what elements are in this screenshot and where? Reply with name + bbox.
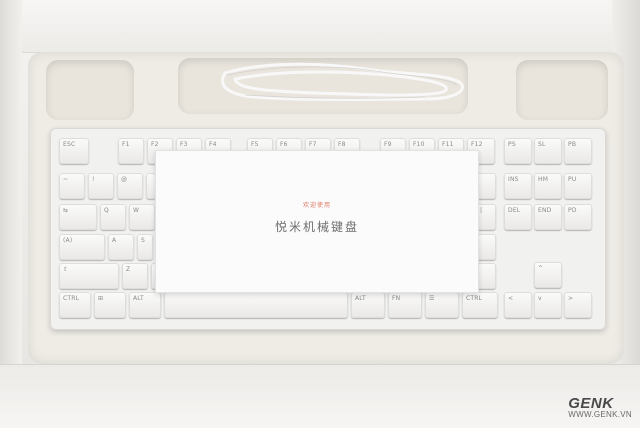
key-end: END [534,204,562,230]
key-ps: PS [504,138,532,164]
key-arrow-down: v [534,292,562,318]
box-left-wall [0,0,22,370]
tray-pocket-left [46,60,134,120]
box-front-flap [0,364,640,428]
box-lid [0,0,640,53]
key-backspace [476,173,496,199]
key-f1: F1 [118,138,144,164]
watermark-logo: GENK WWW.GENK.VN [568,395,632,419]
key-esc: ESC [59,138,89,164]
key-alt-left: ALT [129,292,161,318]
tray-pocket-right [516,60,608,120]
key-2: @ [117,173,143,199]
key-s: S [137,234,153,260]
key-arrow-up: ^ [534,262,562,288]
key-pb: PB [564,138,592,164]
key-space [164,292,348,318]
key-menu: ☰ [425,292,459,318]
key-tilde: ~ [59,173,85,199]
welcome-card: 欢迎使用 悦米机械键盘 [155,150,479,293]
key-shift-left: ⇧ [59,263,119,289]
usb-cable-image [221,62,464,101]
watermark-url: WWW.GENK.VN [568,410,632,419]
key-backslash: | [476,204,496,230]
key-alt-right: ALT [351,292,385,318]
key-del: DEL [504,204,532,230]
key-arrow-left: < [504,292,532,318]
key-ctrl-left: CTRL [59,292,91,318]
key-pd: PD [564,204,592,230]
card-title: 悦米机械键盘 [274,220,359,234]
key-tab: ⇆ [59,204,97,230]
key-shift-right [476,263,496,289]
key-z: Z [122,263,148,289]
key-sl: SL [534,138,562,164]
key-hm: HM [534,173,562,199]
key-fn: FN [388,292,422,318]
key-pu: PU [564,173,592,199]
key-a: A [108,234,134,260]
key-q: Q [100,204,126,230]
card-welcome-text: 欢迎使用 [302,202,331,209]
key-ctrl-right: CTRL [462,292,498,318]
key-caps: (A) [59,234,105,260]
key-w: W [129,204,155,230]
key-1: ! [88,173,114,199]
key-ins: INS [504,173,532,199]
key-win: ⊞ [94,292,126,318]
key-arrow-right: > [564,292,592,318]
key-enter [476,234,496,260]
